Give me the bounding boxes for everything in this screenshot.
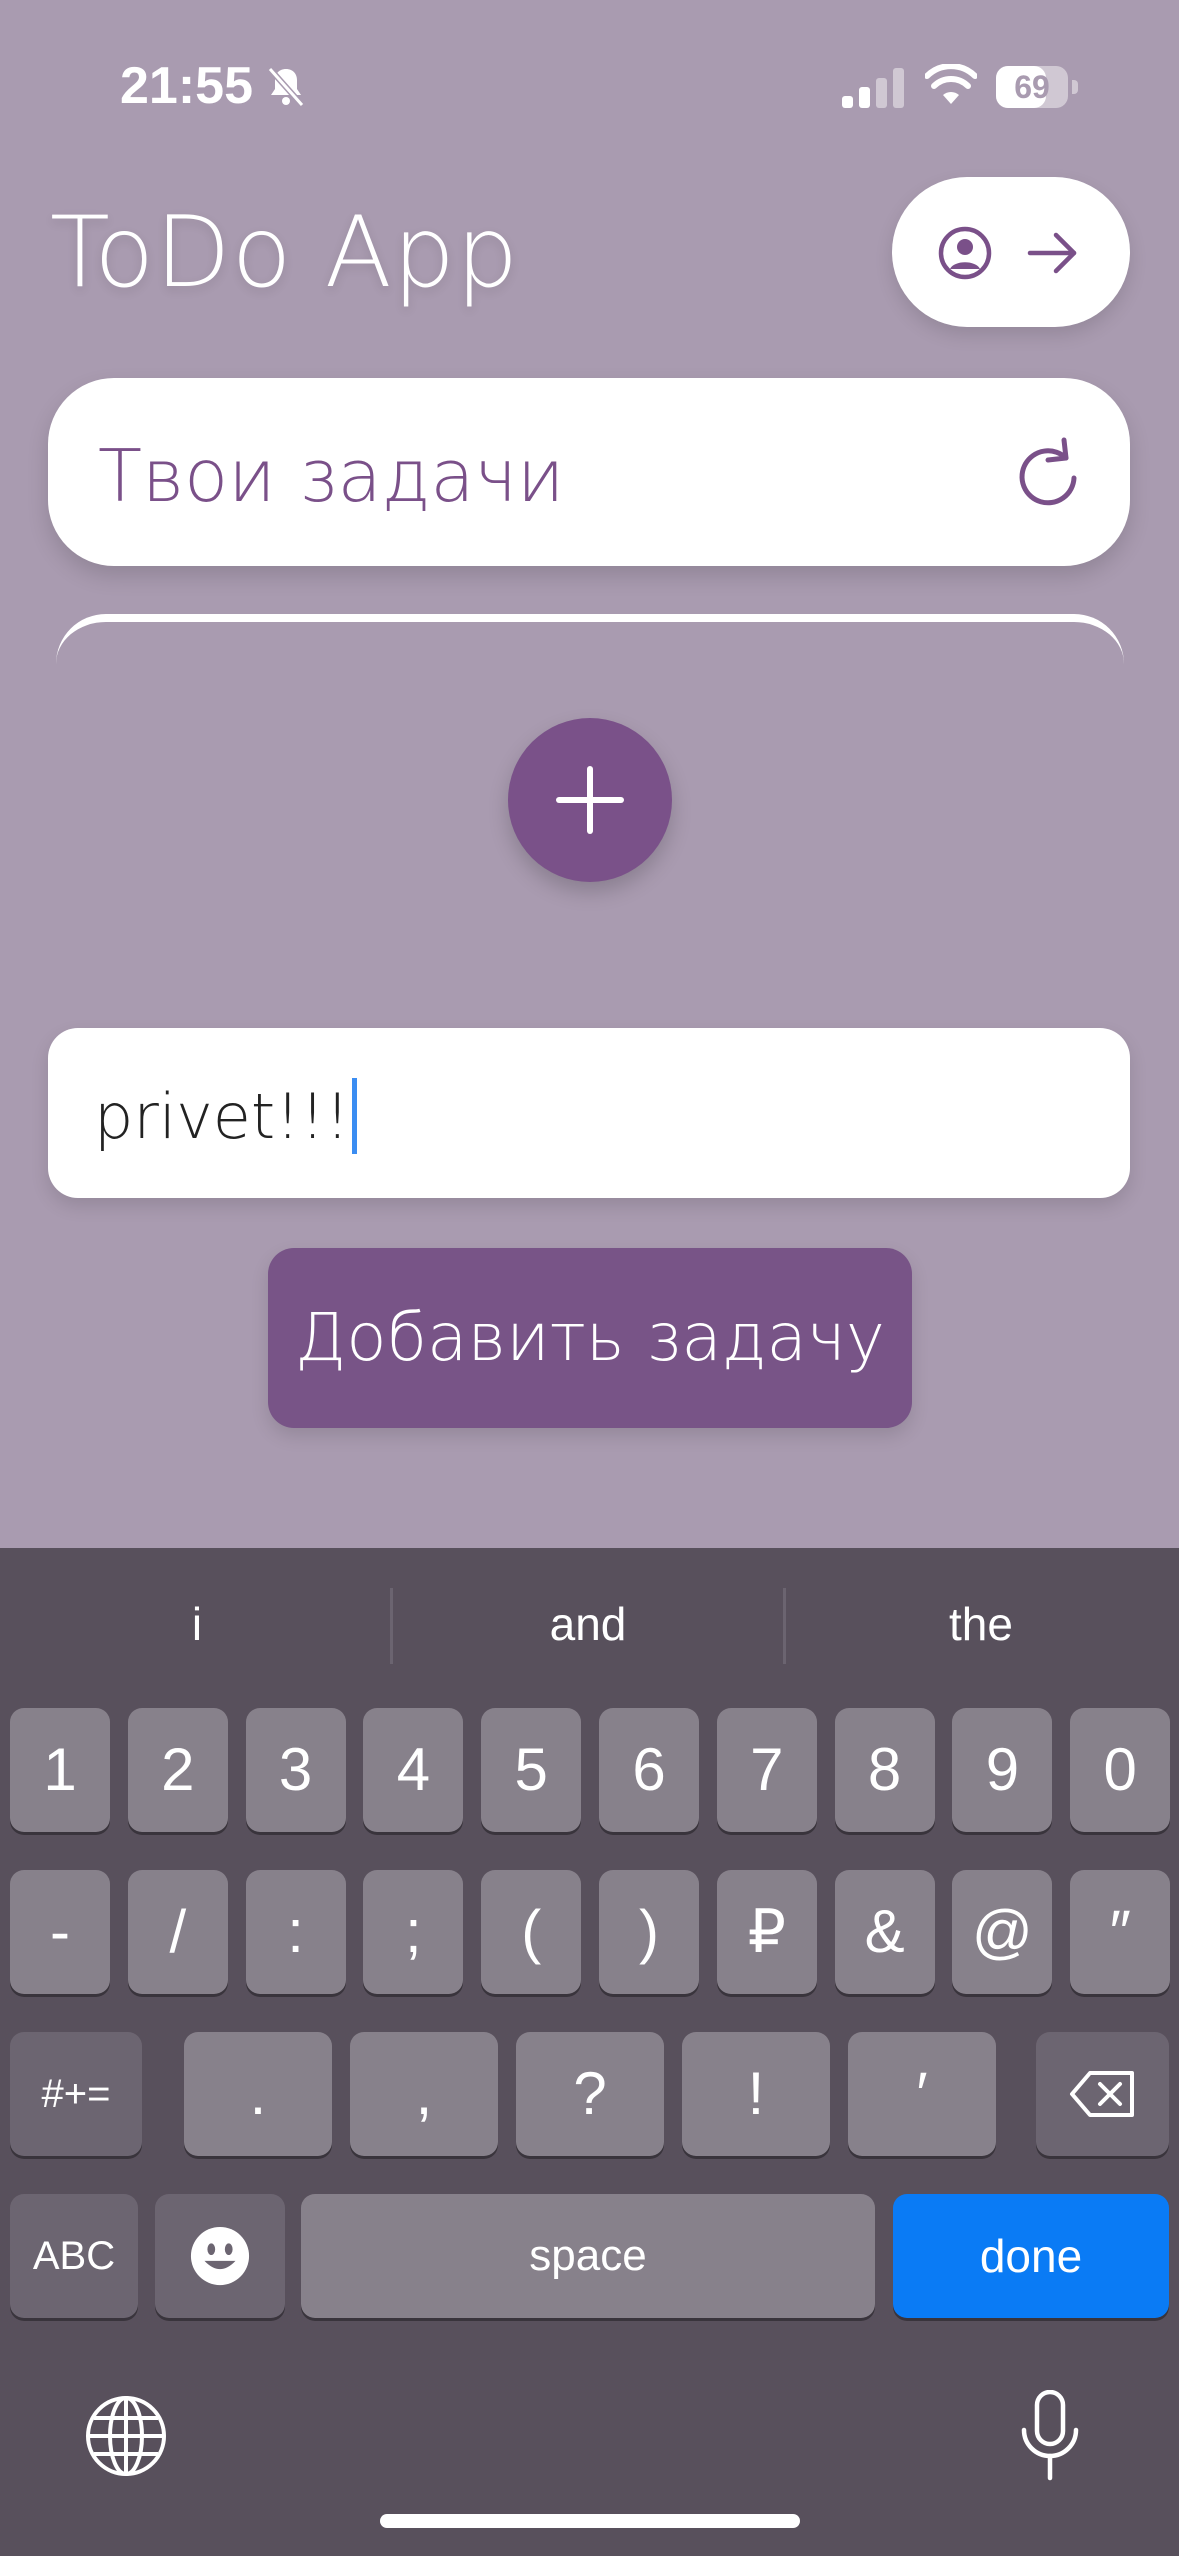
plus-icon bbox=[556, 766, 624, 834]
task-input[interactable]: privet!!! bbox=[48, 1028, 1130, 1198]
key-paren-close[interactable]: ) bbox=[599, 1870, 699, 1994]
refresh-icon[interactable] bbox=[1014, 436, 1082, 508]
key-nine[interactable]: 9 bbox=[952, 1708, 1053, 1832]
key-ruble[interactable]: ₽ bbox=[716, 1870, 817, 1994]
key-comma[interactable]: , bbox=[350, 2032, 498, 2156]
app-title: ToDo App bbox=[50, 196, 520, 310]
backspace-icon bbox=[1069, 2071, 1134, 2117]
emoji-icon bbox=[190, 2226, 250, 2286]
account-pill[interactable] bbox=[892, 177, 1130, 327]
wifi-icon bbox=[925, 64, 977, 104]
microphone-icon[interactable] bbox=[1018, 2390, 1082, 2482]
key-three[interactable]: 3 bbox=[245, 1708, 346, 1832]
key-abc[interactable]: ABC bbox=[10, 2194, 138, 2318]
key-eight[interactable]: 8 bbox=[834, 1708, 935, 1832]
tasks-title: Твои задачи bbox=[98, 434, 565, 518]
arrow-right-icon[interactable] bbox=[1024, 225, 1082, 281]
key-paren-open[interactable]: ( bbox=[481, 1870, 582, 1994]
battery-icon: 69 bbox=[996, 66, 1078, 108]
key-four[interactable]: 4 bbox=[363, 1708, 464, 1832]
key-period[interactable]: . bbox=[184, 2032, 332, 2156]
suggestion-2[interactable]: and bbox=[393, 1594, 783, 1654]
key-semicolon[interactable]: ; bbox=[363, 1870, 464, 1994]
key-two[interactable]: 2 bbox=[127, 1708, 228, 1832]
key-six[interactable]: 6 bbox=[599, 1708, 699, 1832]
key-one[interactable]: 1 bbox=[10, 1708, 110, 1832]
keyboard: i and the #+= . , ? ! ′ ABC space done 1… bbox=[0, 1548, 1179, 2556]
suggestion-3[interactable]: the bbox=[786, 1594, 1176, 1654]
key-apostrophe[interactable]: ′ bbox=[848, 2032, 996, 2156]
key-colon[interactable]: : bbox=[245, 1870, 346, 1994]
key-space[interactable]: space bbox=[301, 2194, 875, 2318]
key-seven[interactable]: 7 bbox=[716, 1708, 817, 1832]
key-ampersand[interactable]: & bbox=[834, 1870, 935, 1994]
text-caret bbox=[352, 1078, 357, 1154]
task-input-value: privet!!! bbox=[94, 1080, 350, 1153]
status-time: 21:55 bbox=[120, 57, 253, 115]
key-five[interactable]: 5 bbox=[481, 1708, 582, 1832]
battery-level: 69 bbox=[1014, 69, 1050, 105]
key-slash[interactable]: / bbox=[127, 1870, 228, 1994]
globe-icon[interactable] bbox=[84, 2394, 168, 2478]
bell-slash-icon bbox=[267, 67, 305, 107]
suggestion-1[interactable]: i bbox=[2, 1594, 392, 1654]
key-exclamation[interactable]: ! bbox=[682, 2032, 830, 2156]
key-question[interactable]: ? bbox=[516, 2032, 664, 2156]
key-emoji[interactable] bbox=[155, 2194, 285, 2318]
key-minus[interactable]: - bbox=[10, 1870, 110, 1994]
key-zero[interactable]: 0 bbox=[1070, 1708, 1171, 1832]
key-backspace[interactable] bbox=[1036, 2032, 1169, 2156]
add-task-button[interactable]: Добавить задачу bbox=[268, 1248, 912, 1428]
key-at[interactable]: @ bbox=[952, 1870, 1053, 1994]
add-task-fab[interactable] bbox=[508, 718, 672, 882]
key-quote[interactable]: ″ bbox=[1070, 1870, 1171, 1994]
key-done[interactable]: done bbox=[893, 2194, 1169, 2318]
cellular-signal-icon bbox=[842, 68, 904, 108]
tasks-card: Твои задачи bbox=[48, 378, 1130, 566]
key-more-symbols[interactable]: #+= bbox=[10, 2032, 142, 2156]
user-circle-icon[interactable] bbox=[937, 225, 993, 281]
home-indicator bbox=[380, 2514, 800, 2528]
task-list-edge bbox=[56, 614, 1124, 674]
